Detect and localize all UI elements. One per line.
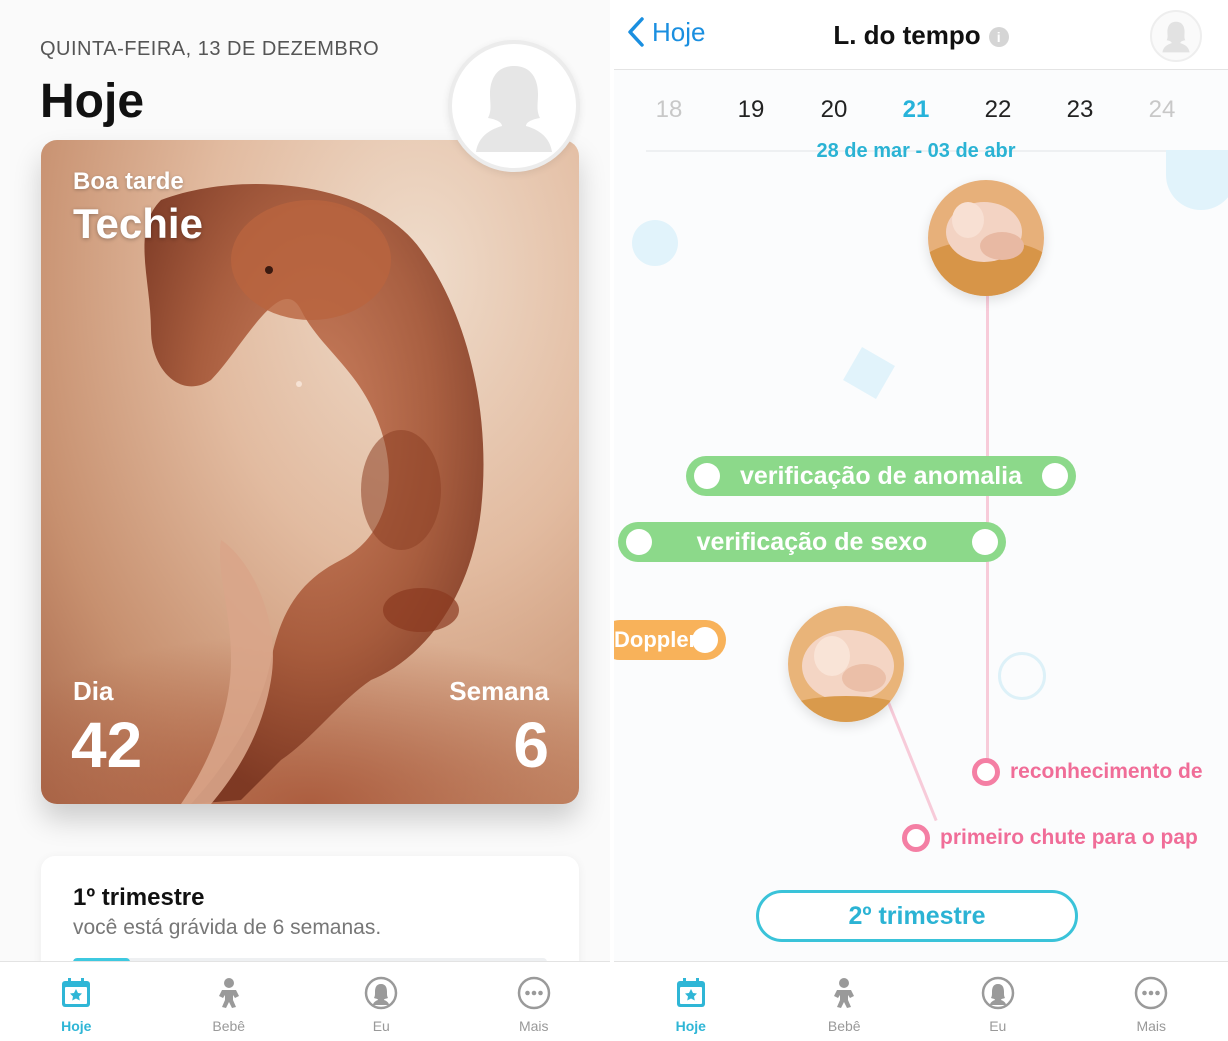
- week-value: 6: [513, 709, 549, 781]
- tab-label: Eu: [372, 1018, 390, 1034]
- decor-circle: [632, 220, 678, 266]
- week-item[interactable]: 23: [1050, 96, 1110, 124]
- event-label: Doppler: [614, 627, 698, 652]
- week-item[interactable]: 24: [1132, 96, 1192, 124]
- trimester-subtitle: você está grávida de 6 semanas.: [73, 916, 382, 939]
- fetus-photo: [928, 180, 1044, 296]
- tab-bebe[interactable]: Bebê: [169, 962, 289, 1041]
- week-label: Semana: [449, 676, 549, 706]
- tab-bebe[interactable]: Bebê: [784, 962, 904, 1041]
- week-item-active[interactable]: 21: [886, 96, 946, 124]
- event-ring-icon: [972, 758, 1000, 786]
- decor-circle: [1166, 150, 1228, 210]
- tab-eu[interactable]: Eu: [938, 962, 1058, 1041]
- baby-icon: [825, 974, 863, 1012]
- user-name: Techie: [73, 200, 203, 247]
- decor-diamond: [843, 347, 895, 399]
- event-label: verificação de anomalia: [739, 461, 1023, 490]
- page-title: Hoje: [40, 75, 145, 128]
- event-ring-icon: [902, 824, 930, 852]
- profile-avatar-small[interactable]: [1150, 10, 1202, 62]
- pregnancy-hero-card[interactable]: Boa tarde Techie Dia 42 Semana 6: [41, 140, 579, 804]
- tab-hoje[interactable]: Hoje: [631, 962, 751, 1041]
- calendar-icon: [57, 974, 95, 1012]
- tab-label: Mais: [1136, 1018, 1167, 1034]
- profile-icon: [362, 974, 400, 1012]
- trimester-title: 1º trimestre: [73, 884, 205, 911]
- fetus-photo: [788, 606, 904, 722]
- week-item[interactable]: 19: [721, 96, 781, 124]
- week-date-range: 28 de mar - 03 de abr: [816, 140, 1016, 162]
- tab-eu[interactable]: Eu: [321, 962, 441, 1041]
- event-dot: [694, 463, 720, 489]
- date-label: QUINTA-FEIRA, 13 DE DEZEMBRO: [40, 38, 380, 60]
- tab-bar: Hoje Bebê Eu Mais: [614, 961, 1228, 1041]
- fetus-thumbnail[interactable]: [928, 180, 1044, 296]
- page-title: L. do tempo i: [614, 20, 1228, 51]
- event-label: verificação de sexo: [696, 527, 928, 556]
- today-screen: QUINTA-FEIRA, 13 DE DEZEMBRO Hoje Boa ta…: [0, 0, 610, 1041]
- woman-silhouette-icon: [476, 66, 552, 152]
- more-icon: [1132, 974, 1170, 1012]
- event-dot: [1042, 463, 1068, 489]
- tab-label: Eu: [989, 1018, 1007, 1034]
- event-dot: [626, 529, 652, 555]
- week-item[interactable]: 18: [639, 96, 699, 124]
- baby-icon: [210, 974, 248, 1012]
- event-anomaly-scan[interactable]: verificação de anomalia: [686, 456, 1076, 496]
- tab-label: Hoje: [675, 1018, 706, 1034]
- navigation-bar: Hoje L. do tempo i: [614, 0, 1228, 70]
- fetus-thumbnail[interactable]: [788, 606, 904, 722]
- day-label: Dia: [73, 676, 114, 706]
- second-trimester-button[interactable]: 2º trimestre: [756, 890, 1078, 942]
- event-label: reconhecimento de: [1010, 760, 1203, 783]
- timeline-connector: [886, 699, 938, 822]
- more-icon: [515, 974, 553, 1012]
- tab-label: Bebê: [212, 1018, 246, 1034]
- week-item[interactable]: 20: [804, 96, 864, 124]
- tab-bar: Hoje Bebê Eu Mais: [0, 961, 610, 1041]
- event-dot: [692, 627, 718, 653]
- tab-label: Bebê: [827, 1018, 861, 1034]
- week-selector: 18 19 20 21 22 23 24: [614, 96, 1228, 136]
- event-recognition[interactable]: reconhecimento de: [972, 758, 1203, 786]
- tab-hoje[interactable]: Hoje: [16, 962, 136, 1041]
- info-icon[interactable]: i: [988, 27, 1009, 48]
- woman-silhouette-icon: [1162, 21, 1190, 53]
- greeting-text: Boa tarde: [73, 168, 184, 195]
- tab-label: Mais: [518, 1018, 549, 1034]
- event-sex-check[interactable]: verificação de sexo: [618, 522, 1006, 562]
- event-label: primeiro chute para o pap: [940, 826, 1198, 849]
- event-doppler[interactable]: Doppler: [614, 620, 726, 660]
- calendar-icon: [672, 974, 710, 1012]
- timeline-screen: Hoje L. do tempo i 18 19 20 21 22 23 24 2…: [614, 0, 1228, 1041]
- decor-ring: [998, 652, 1046, 700]
- event-first-kick[interactable]: primeiro chute para o pap: [902, 824, 1198, 852]
- tab-mais[interactable]: Mais: [1091, 962, 1211, 1041]
- tab-label: Hoje: [61, 1018, 92, 1034]
- week-item[interactable]: 22: [968, 96, 1028, 124]
- tab-mais[interactable]: Mais: [474, 962, 594, 1041]
- timeline-title: L. do tempo: [833, 20, 981, 50]
- event-dot: [972, 529, 998, 555]
- profile-avatar[interactable]: [448, 40, 580, 172]
- day-value: 42: [71, 709, 143, 781]
- profile-icon: [979, 974, 1017, 1012]
